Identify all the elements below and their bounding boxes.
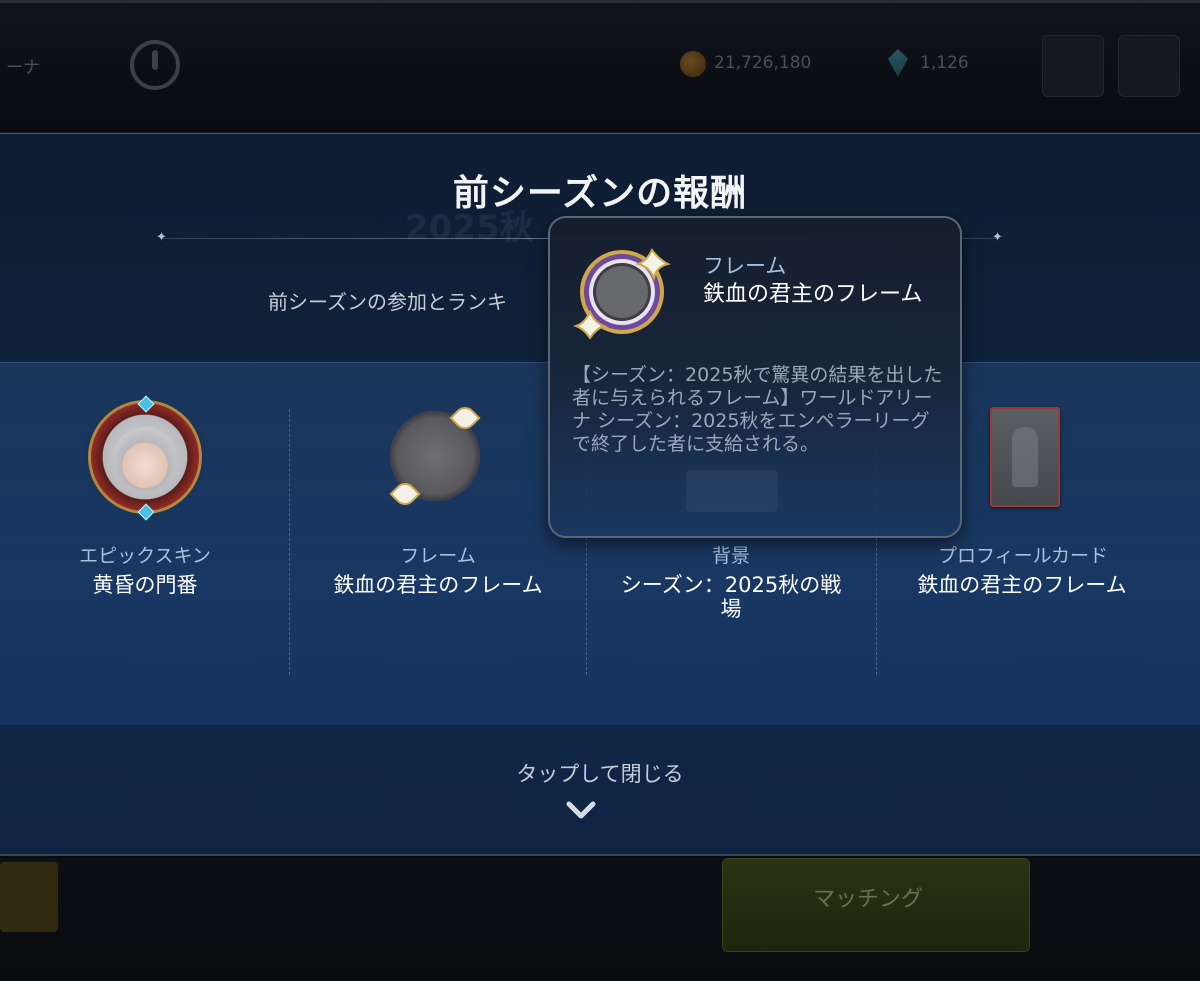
- reward-type-label: プロフィールカード: [937, 545, 1109, 567]
- background-top-bar: ーナ 21,726,180 1,126: [0, 0, 1200, 131]
- background-side-button: [0, 862, 58, 932]
- reward-item-skin[interactable]: エピックスキン 黄昏の門番: [0, 363, 290, 725]
- screen: ーナ 21,726,180 1,126 マッチング 2025秋 前シーズンの報酬…: [0, 0, 1200, 981]
- reward-name-label: 黄昏の門番: [92, 573, 198, 597]
- modal-subtitle: 前シーズンの参加とランキ: [268, 290, 507, 314]
- reward-name-label: 鉄血の君主のフレーム: [333, 573, 543, 597]
- gem-ornament-icon: [137, 503, 155, 521]
- friends-button: [1118, 35, 1180, 97]
- tooltip-type-label: フレーム: [703, 254, 787, 278]
- tooltip-name-label: 鉄血の君主のフレーム: [703, 282, 923, 307]
- match-button: マッチング: [722, 858, 1030, 952]
- reward-name-label: 鉄血の君主のフレーム: [917, 573, 1127, 597]
- tooltip-description: 【シーズン：2025秋で驚異の結果を出した者に与えられるフレーム】ワールドアリー…: [572, 364, 943, 455]
- reward-tooltip: フレーム 鉄血の君主のフレーム 【シーズン：2025秋で驚異の結果を出した者に与…: [548, 216, 962, 538]
- divider-star-icon: ✦: [992, 230, 1003, 245]
- reward-type-label: エピックスキン: [79, 545, 211, 567]
- profile-card-icon: [990, 407, 1060, 507]
- skin-portrait-icon: [91, 395, 199, 521]
- gem-icon: [888, 49, 908, 77]
- match-button-label: マッチング: [813, 887, 924, 912]
- power-icon: [130, 40, 180, 90]
- gold-amount: 21,726,180: [714, 53, 812, 73]
- gold-coin-icon: [680, 51, 706, 77]
- modal-title: 前シーズンの報酬: [452, 173, 748, 214]
- background-mode-label: ーナ: [6, 58, 40, 78]
- reward-item-frame[interactable]: フレーム 鉄血の君主のフレーム: [290, 363, 586, 725]
- flower-ornament-icon: [389, 478, 421, 510]
- chevron-down-icon[interactable]: [565, 798, 597, 822]
- reward-name-label: シーズン：2025秋の戦場: [620, 573, 842, 621]
- frame-icon: [572, 248, 671, 340]
- gem-ornament-icon: [137, 395, 155, 413]
- character-face: [113, 427, 177, 491]
- reward-type-label: フレーム: [400, 545, 476, 567]
- flower-ornament-icon: [449, 402, 481, 434]
- gem-amount: 1,126: [920, 53, 969, 73]
- ghost-box: [686, 470, 778, 512]
- frame-icon: [389, 402, 481, 510]
- event-button: [1042, 35, 1104, 97]
- reward-type-label: 背景: [711, 545, 750, 567]
- tap-to-close-label[interactable]: タップして閉じる: [0, 758, 1200, 788]
